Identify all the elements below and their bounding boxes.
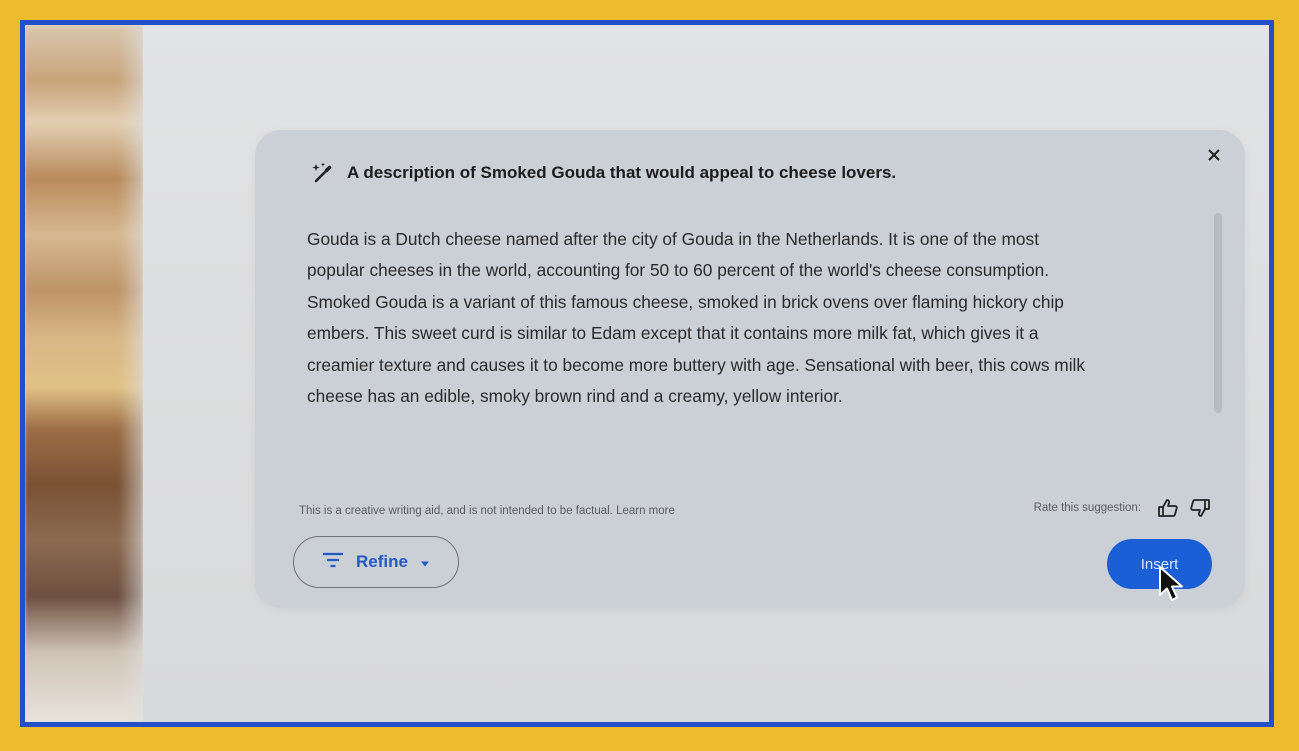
- background-photo: [25, 25, 143, 722]
- thumbs-down-icon[interactable]: [1189, 498, 1211, 518]
- filter-icon: [322, 552, 344, 573]
- scrollbar[interactable]: [1214, 213, 1222, 413]
- disclaimer-text: This is a creative writing aid, and is n…: [299, 505, 675, 517]
- generated-text-line: popular cheeses in the world, accounting…: [307, 260, 1050, 281]
- refine-button[interactable]: Refine: [293, 536, 459, 588]
- close-button[interactable]: [1203, 146, 1225, 168]
- generated-text-line: cheese has an edible, smoky brown rind a…: [307, 386, 843, 407]
- mouse-cursor-icon: [1158, 565, 1188, 610]
- prompt-text: A description of Smoked Gouda that would…: [347, 163, 897, 182]
- close-icon: [1208, 148, 1220, 166]
- rate-label: Rate this suggestion:: [1033, 502, 1141, 514]
- refine-label: Refine: [356, 552, 408, 571]
- rate-suggestion: Rate this suggestion:: [1034, 498, 1211, 518]
- caret-down-icon: [420, 552, 430, 572]
- screenshot-frame: A description of Smoked Gouda that would…: [20, 20, 1274, 727]
- magic-wand-icon: [311, 162, 335, 184]
- generated-text-line: embers. This sweet curd is similar to Ed…: [307, 323, 1039, 344]
- generated-text-line: Smoked Gouda is a variant of this famous…: [307, 291, 1064, 312]
- generated-text-line: creamier texture and causes it to become…: [307, 354, 1086, 375]
- generated-text: Gouda is a Dutch cheese named after the …: [307, 224, 1187, 412]
- help-me-write-dialog: A description of Smoked Gouda that would…: [255, 130, 1245, 608]
- generated-text-line: Gouda is a Dutch cheese named after the …: [307, 229, 1039, 249]
- thumbs-up-icon[interactable]: [1157, 498, 1179, 518]
- prompt-row: A description of Smoked Gouda that would…: [311, 162, 896, 184]
